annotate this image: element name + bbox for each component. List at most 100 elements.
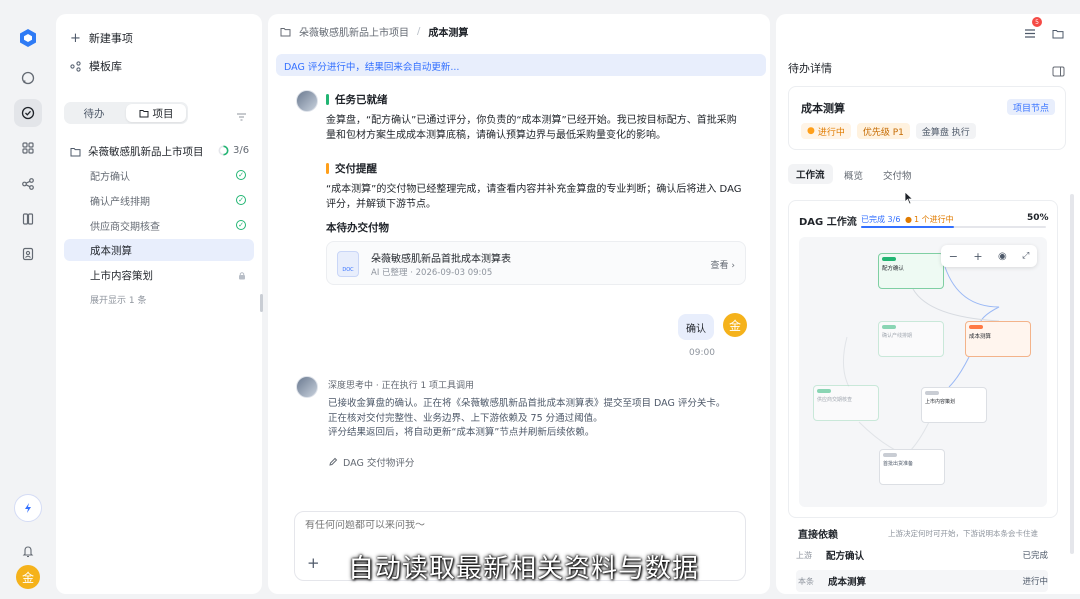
doc-file-icon: DOC xyxy=(337,251,359,277)
plus-icon: + xyxy=(70,30,81,46)
video-subtitle: 自动读取最新相关资料与数据 xyxy=(348,554,700,584)
detail-panel: 待办详情 成本测算 项目节点 ● 进行中 优先级 P1 金算盘 执行 工作流 概览… xyxy=(776,14,1080,594)
notifications-icon[interactable] xyxy=(1024,24,1036,43)
grid-icon[interactable] xyxy=(14,134,42,162)
folder-icon xyxy=(280,27,291,36)
dag-node-current[interactable]: 成本测算 xyxy=(965,321,1031,357)
dep-row[interactable]: 上游 配方确认 已完成 xyxy=(796,544,1048,566)
node-badge: 项目节点 xyxy=(1006,99,1055,115)
dag-node-pending[interactable]: 首批出货准备 xyxy=(879,449,945,485)
dep-role: 本条 xyxy=(798,576,814,586)
dag-node-pending[interactable]: 上市内容策划 xyxy=(921,387,987,423)
quick-action-icon[interactable] xyxy=(14,494,42,522)
share-icon[interactable] xyxy=(14,170,42,198)
new-item-label: 新建事项 xyxy=(88,32,133,45)
assistant-avatar xyxy=(296,376,318,398)
thinking-line-1: 已接收金算盘的确认。正在将《朵薇敏感肌新品首批成本测算表》提交至项目 DAG 评… xyxy=(328,398,726,409)
folder-icon[interactable] xyxy=(1052,24,1064,43)
delivery-body: “成本测算”的交付物已经整理完成，请查看内容并补充金算盘的专业判断；确认后将进入… xyxy=(326,184,742,210)
tab-project[interactable]: 项目 xyxy=(126,104,186,122)
panel-scrollbar[interactable] xyxy=(1070,194,1074,554)
chat-panel: 朵薇敏感肌新品上市项目 / 成本测算 DAG 评分进行中，结果回来会自动更新..… xyxy=(268,14,770,594)
dag-card: DAG 工作流 已完成 3/6 ● 1 个进行中 50% 配方确认 确认产线排期 … xyxy=(788,200,1058,518)
breadcrumb-current: 成本测算 xyxy=(428,28,469,39)
app-logo[interactable] xyxy=(14,24,42,52)
task-item-current[interactable]: 成本测算 xyxy=(64,239,254,261)
thinking-body: 已接收金算盘的确认。正在将《朵薇敏感肌新品首批成本测算表》提交至项目 DAG 评… xyxy=(328,397,748,441)
dag-node-done[interactable]: 配方确认 xyxy=(878,253,944,289)
dag-progress-fill xyxy=(861,226,954,228)
user-message-avatar: 金 xyxy=(723,313,747,337)
thinking-line-2: 正在核对交付完整性、业务边界、上下游依赖及 75 分通过阈值。 xyxy=(328,412,603,424)
deps-title: 直接依赖 xyxy=(798,530,838,541)
dag-running-text: 1 个进行中 xyxy=(913,215,954,224)
task-item[interactable]: 配方确认 ✓ xyxy=(64,164,254,186)
fullscreen-icon[interactable]: ⤢ xyxy=(1022,251,1029,261)
user-avatar[interactable]: 金 xyxy=(16,565,40,589)
thinking-status: 深度思考中 · 正在执行 1 项工具调用 xyxy=(328,381,475,391)
folder-icon xyxy=(70,147,81,156)
status-tag: ● 进行中 xyxy=(801,123,851,139)
tasks-icon[interactable] xyxy=(14,99,42,127)
thinking-line-3: 评分结果返回后，将自动更新“成本测算”节点并刷新后续依赖。 xyxy=(328,427,595,438)
breadcrumb-separator: / xyxy=(417,26,421,37)
task-item[interactable]: 确认产线排期 ✓ xyxy=(64,189,254,211)
breadcrumb-project[interactable]: 朵薇敏感肌新品上市项目 xyxy=(299,24,409,39)
tab-workflow[interactable]: 工作流 xyxy=(788,164,833,184)
view-file-link[interactable]: 查看 › xyxy=(711,258,735,271)
dep-role: 上游 xyxy=(796,550,812,560)
contacts-icon[interactable] xyxy=(14,240,42,268)
zoom-out-icon[interactable]: − xyxy=(949,250,958,263)
dag-percent: 50% xyxy=(1027,213,1049,223)
tab-deliverables[interactable]: 交付物 xyxy=(883,168,912,182)
sidebar: + 新建事项 模板库 待办 项目 朵薇敏感肌新品上市项目 3/6 配方确认 ✓ 确… xyxy=(56,14,263,594)
attach-plus-icon[interactable]: + xyxy=(307,554,320,572)
tool-call-chip[interactable]: DAG 交付物评分 xyxy=(328,455,414,469)
book-icon[interactable] xyxy=(14,205,42,233)
task-label: 配方确认 xyxy=(90,171,130,183)
dep-state: 已完成 xyxy=(1022,551,1048,561)
check-icon: ✓ xyxy=(236,220,246,230)
file-name: 朵薇敏感肌新品首批成本测算表 xyxy=(371,254,511,265)
dag-node-done[interactable]: 确认产线排期 xyxy=(878,321,944,357)
task-item[interactable]: 供应商交期核查 ✓ xyxy=(64,214,254,236)
section-marker xyxy=(326,94,329,105)
task-label: 上市内容策划 xyxy=(90,269,153,282)
new-item-button[interactable]: + 新建事项 xyxy=(70,30,133,46)
project-group[interactable]: 朵薇敏感肌新品上市项目 xyxy=(70,144,204,159)
panel-toggle-icon[interactable] xyxy=(1052,62,1065,81)
zoom-in-icon[interactable]: + xyxy=(973,250,982,263)
nav-rail: 金 xyxy=(0,0,56,599)
dep-row[interactable]: 本条 成本测算 进行中 xyxy=(796,570,1048,592)
tab-todo[interactable]: 待办 xyxy=(66,104,122,122)
dag-canvas[interactable]: 配方确认 确认产线排期 成本测算 供应商交期核查 上市内容策划 首批出货准备 −… xyxy=(799,237,1047,507)
chat-icon[interactable] xyxy=(14,64,42,92)
templates-button[interactable]: 模板库 xyxy=(70,58,122,74)
chat-input[interactable] xyxy=(305,520,705,531)
task-label: 成本测算 xyxy=(90,244,132,257)
task-summary-card: 成本测算 项目节点 ● 进行中 优先级 P1 金算盘 执行 xyxy=(788,86,1066,150)
breadcrumb: 朵薇敏感肌新品上市项目 / 成本测算 xyxy=(280,24,468,39)
dag-node-done[interactable]: 供应商交期核查 xyxy=(813,385,879,421)
deliverable-file-card[interactable]: DOC 朵薇敏感肌新品首批成本测算表 AI 已整理 · 2026-09-03 0… xyxy=(326,241,746,285)
view-switch: 待办 项目 xyxy=(64,102,188,124)
eye-icon[interactable]: ◉ xyxy=(998,251,1007,262)
tab-project-label: 项目 xyxy=(152,107,174,120)
resize-handle[interactable] xyxy=(260,294,263,312)
user-message-bubble: 确认 xyxy=(678,314,714,340)
expand-more[interactable]: 展开显示 1 条 xyxy=(90,293,146,306)
tab-todo-label: 待办 xyxy=(83,107,105,120)
template-icon xyxy=(70,60,81,72)
tab-overview[interactable]: 概览 xyxy=(844,168,863,182)
task-ready-title: 任务已就绪 xyxy=(335,94,388,106)
priority-tag: 优先级 P1 xyxy=(856,123,910,139)
project-name: 朵薇敏感肌新品上市项目 xyxy=(88,146,204,158)
delivery-message: 交付提醒 “成本测算”的交付物已经整理完成，请查看内容并补充金算盘的专业判断；确… xyxy=(326,161,746,212)
folder-icon xyxy=(139,109,148,117)
filter-icon[interactable] xyxy=(236,107,247,126)
task-item[interactable]: 上市内容策划 xyxy=(64,264,254,286)
bell-icon[interactable] xyxy=(14,537,42,565)
dep-name: 配方确认 xyxy=(826,551,865,562)
task-label: 确认产线排期 xyxy=(90,196,150,208)
progress-ring-icon xyxy=(218,145,229,156)
